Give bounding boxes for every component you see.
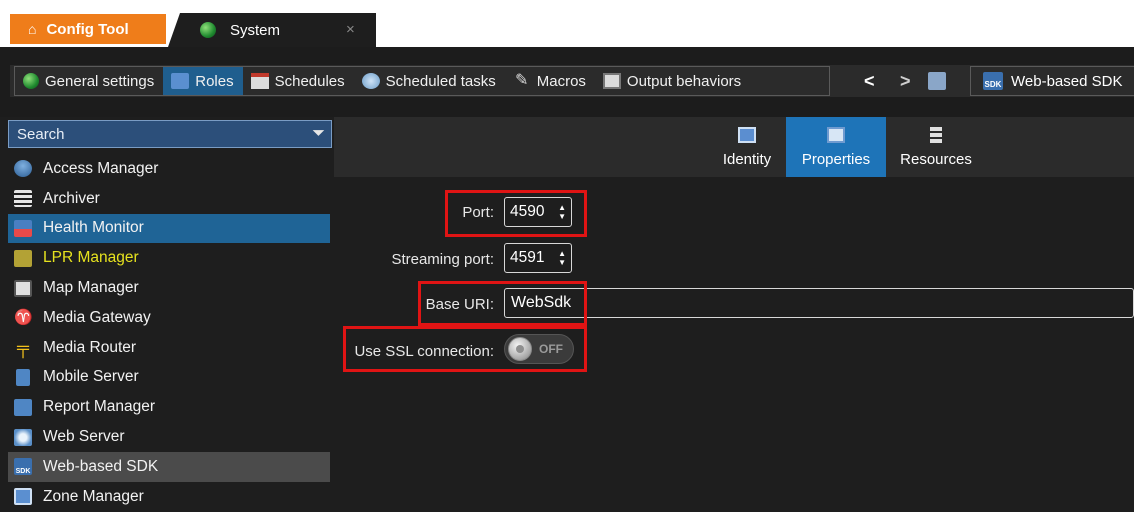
access-manager-icon <box>14 160 32 178</box>
role-web-based-sdk[interactable]: SDK Web-based SDK <box>8 451 330 482</box>
role-label: Web Server <box>43 428 125 446</box>
tab-resources-label: Resources <box>900 150 972 168</box>
back-button[interactable]: < <box>864 71 875 92</box>
tab-system-label: System <box>230 21 281 39</box>
search-input[interactable] <box>17 125 297 143</box>
toolbar-label: Schedules <box>274 72 345 90</box>
role-mobile-server[interactable]: Mobile Server <box>8 363 330 393</box>
output-icon <box>602 73 621 89</box>
highlight-base-uri <box>418 281 587 326</box>
role-access-manager[interactable]: Access Manager <box>8 154 330 184</box>
breadcrumb-label: Web-based SDK <box>1011 72 1123 90</box>
resources-icon <box>930 126 942 143</box>
report-manager-icon <box>14 398 32 416</box>
web-server-icon <box>14 428 32 446</box>
toolbar-label: General settings <box>45 72 155 90</box>
role-label: Web-based SDK <box>43 457 159 475</box>
close-icon[interactable]: × <box>346 21 355 38</box>
tab-config-tool[interactable]: ⌂ Config Tool <box>10 14 166 44</box>
filter-icon[interactable]: ⏷ <box>312 125 325 143</box>
role-zone-manager[interactable]: Zone Manager <box>8 482 330 512</box>
tab-properties[interactable]: Properties <box>786 117 886 177</box>
role-label: Media Gateway <box>43 308 151 326</box>
task-icon <box>361 73 380 89</box>
role-label: Map Manager <box>43 279 139 297</box>
subtab-bar: Identity Properties Resources <box>334 117 1134 177</box>
toolbar-output-behaviors[interactable]: Output behaviors <box>595 67 750 95</box>
toolbar-label: Output behaviors <box>626 72 742 90</box>
home-icon: ⌂ <box>28 21 37 37</box>
sdk-icon: SDK <box>983 72 1003 90</box>
roles-icon <box>171 73 190 89</box>
media-router-icon: ╤ <box>16 338 30 358</box>
role-media-gateway[interactable]: ♈ Media Gateway <box>8 303 330 333</box>
map-manager-icon <box>14 279 32 297</box>
toolbar-scheduled-tasks[interactable]: Scheduled tasks <box>354 67 505 95</box>
forward-button[interactable]: > <box>900 71 911 92</box>
role-lpr-manager[interactable]: LPR Manager <box>8 243 330 273</box>
toolbar: General settings Roles Schedules Schedul… <box>0 47 1134 117</box>
calendar-icon <box>250 73 269 89</box>
role-health-monitor[interactable]: Health Monitor <box>8 213 330 244</box>
toolbar-label: Scheduled tasks <box>385 72 496 90</box>
macro-icon: ✎ <box>515 72 529 89</box>
toolbar-schedules[interactable]: Schedules <box>243 67 354 95</box>
role-label: Zone Manager <box>43 487 144 505</box>
role-label: Mobile Server <box>43 368 139 386</box>
pin-icon[interactable] <box>928 72 946 90</box>
toolbar-label: Macros <box>536 72 586 90</box>
system-task-group: General settings Roles Schedules Schedul… <box>14 66 830 96</box>
role-media-router[interactable]: ╤ Media Router <box>8 333 330 363</box>
base-uri-field[interactable]: WebSdk <box>504 288 1134 318</box>
globe-icon <box>23 73 39 89</box>
streaming-port-value: 4591 <box>510 249 545 266</box>
toolbar-macros[interactable]: ✎ Macros <box>505 67 595 95</box>
toolbar-general-settings[interactable]: General settings <box>15 67 163 95</box>
streaming-port-label: Streaming port: <box>391 251 494 268</box>
sdk-icon: SDK <box>14 458 32 476</box>
role-label: Media Router <box>43 338 137 356</box>
roles-panel: ⏷ Access Manager Archiver Health Monitor… <box>0 117 334 512</box>
role-label: Access Manager <box>43 159 159 177</box>
toolbar-label: Roles <box>195 72 234 90</box>
properties-icon <box>827 126 845 143</box>
role-archiver[interactable]: Archiver <box>8 184 330 214</box>
role-label: LPR Manager <box>43 249 139 267</box>
media-gateway-icon: ♈ <box>14 309 33 327</box>
stepper-arrows-icon[interactable]: ▲ ▼ <box>558 249 566 267</box>
role-web-server[interactable]: Web Server <box>8 422 330 452</box>
zone-manager-icon <box>14 488 32 506</box>
role-report-manager[interactable]: Report Manager <box>8 392 330 422</box>
tab-system[interactable]: System × <box>168 13 376 47</box>
highlight-port <box>445 190 587 237</box>
title-bar: ⌂ Config Tool System × <box>0 0 1134 47</box>
role-list: Access Manager Archiver Health Monitor L… <box>8 154 330 512</box>
identity-icon <box>738 126 756 143</box>
streaming-port-stepper[interactable]: 4591 ▲ ▼ <box>504 243 572 273</box>
tab-properties-label: Properties <box>801 150 871 168</box>
tab-config-tool-label: Config Tool <box>46 20 129 38</box>
role-label: Health Monitor <box>43 219 144 237</box>
archiver-icon <box>14 190 32 208</box>
lpr-manager-icon <box>14 249 32 267</box>
role-label: Archiver <box>43 189 100 207</box>
role-map-manager[interactable]: Map Manager <box>8 273 330 303</box>
globe-icon <box>200 22 216 38</box>
search-box[interactable]: ⏷ <box>8 120 332 148</box>
breadcrumb[interactable]: SDK Web-based SDK <box>970 66 1134 96</box>
tab-identity[interactable]: Identity <box>706 117 788 177</box>
role-label: Report Manager <box>43 398 156 416</box>
tab-resources[interactable]: Resources <box>890 117 982 177</box>
toolbar-roles[interactable]: Roles <box>163 67 243 95</box>
tab-identity-label: Identity <box>722 150 772 168</box>
mobile-server-icon <box>16 368 30 386</box>
highlight-ssl <box>343 326 587 372</box>
health-monitor-icon <box>14 219 32 237</box>
